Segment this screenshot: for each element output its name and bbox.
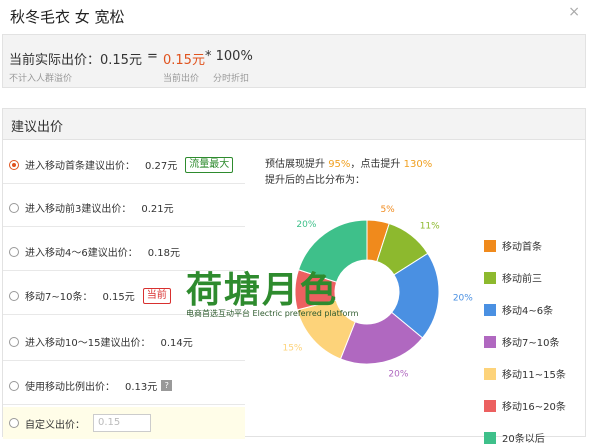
bid-option-price: 0.14元 [160,338,193,349]
bid-option-top1[interactable]: 进入移动首条建议出价： 0.27元 流量最大 [3,146,245,184]
legend-item: 移动前三 [484,270,542,285]
impression-uplift-label: 预估展现提升 [265,159,325,170]
current-bid-value: 0.15元 [163,53,205,68]
watermark-logo: 荷塘月色 [186,270,339,311]
discount-note: 分时折扣 [213,74,250,84]
bid-option-price: 0.13元 [125,382,158,393]
bid-option-price: 0.21元 [141,204,174,215]
close-icon[interactable]: × [568,4,580,20]
actual-bid-note: 不计入人群溢价 [9,74,73,84]
radio-button[interactable] [9,202,19,213]
legend-swatch [484,271,496,284]
bid-option-label: 进入移动前3建议出价： [25,204,132,215]
bid-option-price: 0.15元 [102,292,135,303]
slice-label: 20% [453,293,473,303]
suggested-bid-title: 建议出价 [11,120,64,135]
slice-label: 20% [388,369,408,379]
distribution-caption: 提升后的占比分布为： [265,175,365,186]
bid-option-label: 自定义出价： [25,419,85,431]
bid-option-price: 0.18元 [147,248,180,259]
bid-option-label: 使用移动比例出价： [25,382,115,393]
current-badge: 当前 [142,287,171,304]
bid-option-10-15[interactable]: 进入移动10～15建议出价： 0.14元 [3,323,245,361]
slice-label: 15% [282,344,302,354]
radio-button[interactable] [9,246,19,257]
legend-label: 20条以后 [502,434,545,445]
legend-label: 移动7~10条 [502,338,560,349]
suggested-bid-header: 建议出价 [3,109,585,140]
legend-item: 20条以后 [484,430,545,445]
slice-label: 20% [296,220,316,230]
actual-bid-label: 当前实际出价：0.15元 [9,53,142,68]
click-uplift-label: ，点击提升 [350,159,401,170]
bid-option-label: 进入移动10～15建议出价： [25,338,151,349]
radio-button[interactable] [9,380,19,391]
click-uplift-value: 130% [403,159,433,170]
legend-label: 移动4~6条 [502,306,554,317]
legend-label: 移动16~20条 [502,402,566,413]
radio-button[interactable] [9,159,19,170]
equals-sign: = [147,49,158,64]
help-icon[interactable]: ? [161,380,173,391]
radio-button[interactable] [9,336,19,347]
bid-summary-panel: 当前实际出价：0.15元 = 0.15元 * 100% 不计入人群溢价 当前出价… [2,34,586,88]
legend-item: 移动4~6条 [484,302,553,317]
watermark-subtitle: 电商首选互动平台 Electric preferred platform [186,309,359,318]
slice-label: 11% [420,222,440,232]
bid-option-label: 移动7~10条： [25,292,93,303]
legend-label: 移动前三 [502,274,542,285]
legend-item: 移动16~20条 [484,398,566,413]
legend-swatch [484,303,496,316]
radio-button[interactable] [9,418,19,428]
bid-option-price: 0.27元 [145,161,178,172]
uplift-line: 预估展现提升 95%，点击提升 130% [265,155,432,170]
window-title: 秋冬毛衣 女 宽松 [10,8,125,26]
legend-item: 移动11~15条 [484,366,566,381]
legend-swatch [484,239,496,252]
legend-item: 移动首条 [484,238,542,253]
discount-multiplier: * 100% [205,49,253,64]
impression-uplift-value: 95% [328,159,351,170]
legend-swatch [484,335,496,348]
current-bid-note: 当前出价 [163,74,200,84]
legend-swatch [484,399,496,412]
bid-option-ratio[interactable]: 使用移动比例出价： 0.13元 ? [3,367,245,405]
bid-option-label: 进入移动4～6建议出价： [25,248,138,259]
legend-item: 移动7~10条 [484,334,559,349]
legend-swatch [484,367,496,380]
traffic-max-badge: 流量最大 [185,156,234,173]
legend-label: 移动11~15条 [502,370,566,381]
custom-bid-input[interactable]: 0.15 [93,414,151,432]
bid-option-custom[interactable]: 自定义出价： 0.15 [3,407,245,439]
bid-option-label: 进入移动首条建议出价： [25,161,135,172]
legend-swatch [484,431,496,444]
slice-label: 5% [380,205,395,215]
radio-button[interactable] [9,290,19,301]
legend-label: 移动首条 [502,242,542,253]
bid-option-top3[interactable]: 进入移动前3建议出价： 0.21元 [3,189,245,227]
